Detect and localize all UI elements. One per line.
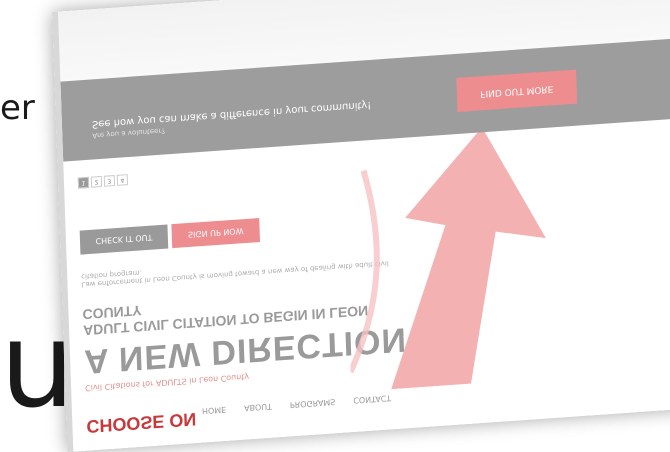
pager-dot-3[interactable]: 3 (103, 175, 116, 187)
slide-text-fragment-top: er (0, 88, 35, 128)
check-it-out-button[interactable]: CHECK IT OUT (79, 224, 169, 255)
red-arrow-graphic (347, 127, 546, 390)
slider-pager: 1 2 3 4 (77, 174, 129, 189)
find-out-more-button[interactable]: FIND OUT MORE (456, 69, 578, 112)
nav-item-home[interactable]: HOME (202, 405, 227, 416)
website-screenshot-content: CHOOSE ON HOME ABOUT PROGRAMS CONTACT Ci… (58, 0, 670, 452)
nav-item-programs[interactable]: PROGRAMS (290, 398, 336, 410)
pager-dot-4[interactable]: 4 (116, 174, 129, 186)
pager-dot-1[interactable]: 1 (77, 176, 90, 189)
nav-item-about[interactable]: ABOUT (244, 402, 272, 413)
cta-message: See how you can make a difference in you… (91, 98, 372, 130)
website-screenshot: CHOOSE ON HOME ABOUT PROGRAMS CONTACT Ci… (52, 0, 670, 452)
pager-dot-2[interactable]: 2 (90, 175, 103, 188)
nav-item-contact[interactable]: CONTACT (353, 394, 391, 406)
sign-up-button[interactable]: SIGN UP NOW (171, 218, 261, 249)
